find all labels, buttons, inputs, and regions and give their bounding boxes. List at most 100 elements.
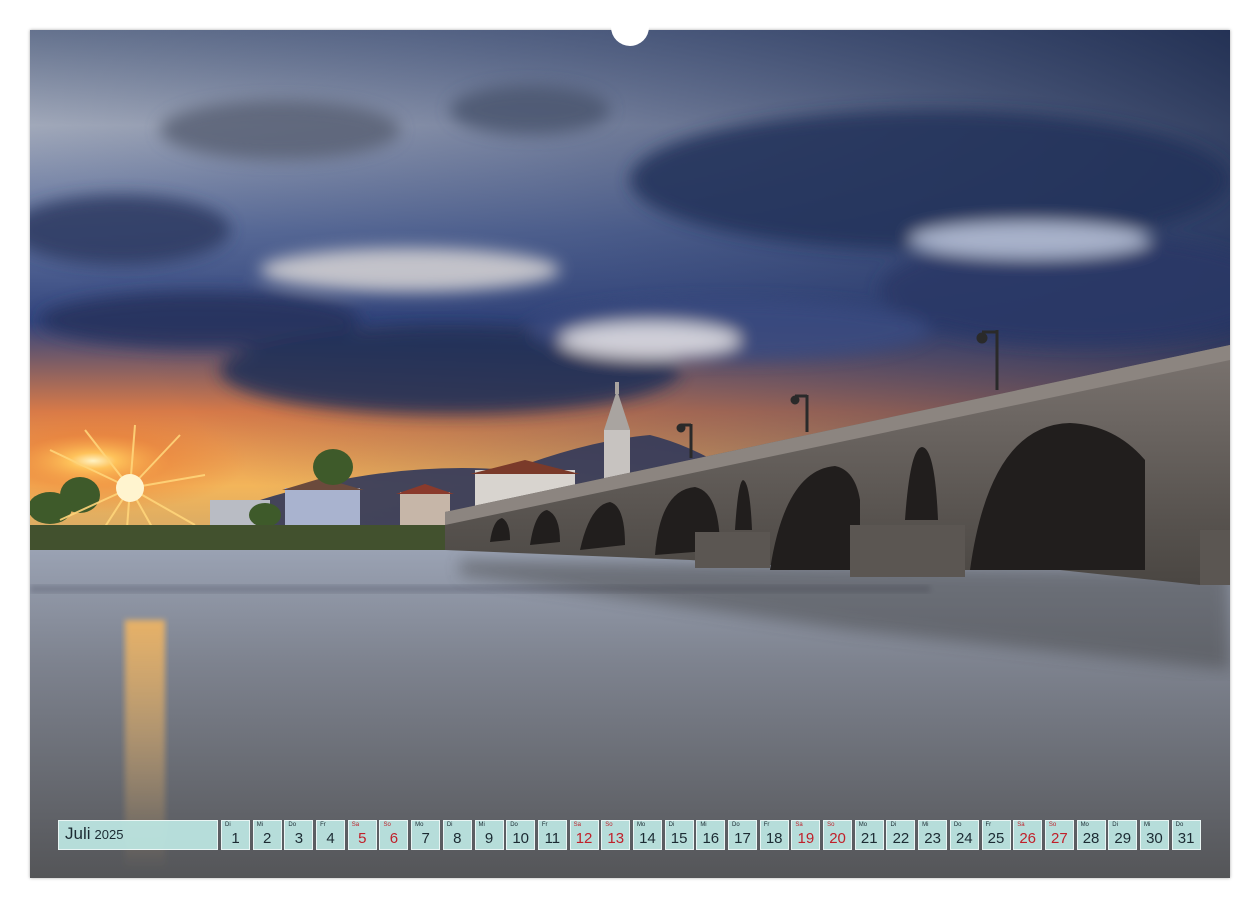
day-number: 18 [765, 830, 783, 847]
day-cell: Mi 16 [696, 820, 726, 850]
day-number: 26 [1019, 830, 1037, 847]
day-number: 6 [389, 830, 399, 847]
day-cell: Fr 11 [537, 820, 567, 850]
day-number: 21 [860, 830, 878, 847]
day-number: 14 [639, 830, 656, 847]
day-number: 12 [575, 830, 593, 847]
day-cell: Di 29 [1108, 820, 1138, 850]
weekday-abbrev: Mi [256, 822, 264, 828]
day-cell: Mo 14 [632, 820, 662, 850]
day-cells: Di 1 Mi 2 Do 3 Fr 4 Sa 5 So 6 Mo 7 Di 8 Mi 9 Do 10 Fr 11 Sa 12 S… [221, 820, 1203, 850]
weekday-abbrev: Mi [922, 822, 929, 828]
day-cell: Di 15 [664, 820, 694, 850]
day-cell: Mi 23 [918, 820, 948, 850]
day-number: 31 [1177, 830, 1195, 847]
day-cell: Mi 9 [474, 820, 504, 850]
weekday-abbrev: Fr [320, 822, 326, 828]
day-number: 20 [829, 830, 846, 847]
weekday-abbrev: Di [446, 822, 453, 828]
day-cell: Mi 2 [252, 820, 282, 850]
day-number: 9 [484, 830, 494, 847]
weekday-abbrev: Fr [985, 822, 992, 828]
weekday-abbrev: Mo [858, 822, 868, 828]
day-cell: Fr 25 [981, 820, 1011, 850]
day-cell: Mo 7 [411, 820, 441, 850]
day-number: 19 [797, 830, 815, 847]
day-cell: So 13 [601, 820, 631, 850]
day-number: 13 [607, 830, 625, 847]
day-number: 22 [892, 830, 910, 847]
weekday-abbrev: So [827, 822, 835, 828]
day-number: 15 [670, 830, 688, 847]
calendar-page: Juli 2025 Di 1 Mi 2 Do 3 Fr 4 Sa 5 So 6 Mo 7 Di 8 Mi 9 Do 10… [0, 0, 1260, 908]
day-cell: So 27 [1044, 820, 1074, 850]
weekday-abbrev: Sa [573, 822, 581, 828]
weekday-abbrev: Mo [1080, 822, 1089, 828]
day-cell: Do 31 [1171, 820, 1201, 850]
day-cell: Mi 30 [1139, 820, 1169, 850]
day-cell: Sa 12 [569, 820, 599, 850]
weekday-abbrev: Di [890, 822, 897, 828]
day-cell: Do 17 [728, 820, 757, 850]
day-cell: Do 10 [506, 820, 536, 850]
day-number: 2 [263, 830, 272, 847]
day-number: 30 [1146, 830, 1163, 847]
day-cell: Mo 21 [854, 820, 884, 850]
day-number: 3 [294, 830, 304, 847]
day-number: 16 [702, 830, 720, 847]
weekday-abbrev: Sa [1017, 822, 1025, 828]
bridge-sunset-photo [30, 30, 1230, 878]
month-name: Juli [65, 824, 91, 843]
weekday-abbrev: Do [510, 822, 518, 828]
weekday-abbrev: Fr [541, 822, 548, 828]
day-cell: Mo 28 [1076, 820, 1106, 850]
weekday-abbrev: Mi [478, 822, 485, 828]
weekday-abbrev: Sa [351, 822, 360, 828]
day-number: 28 [1082, 830, 1100, 847]
day-cell: Di 22 [886, 820, 916, 850]
weekday-abbrev: Do [1175, 822, 1184, 828]
day-cell: Do 3 [284, 820, 314, 850]
weekday-abbrev: Do [288, 822, 297, 828]
weekday-abbrev: Sa [795, 822, 803, 828]
day-number: 11 [544, 830, 561, 847]
day-cell: Di 1 [221, 820, 250, 850]
day-number: 25 [987, 830, 1005, 847]
day-cell: So 6 [379, 820, 409, 850]
day-number: 29 [1114, 830, 1132, 847]
day-cell: Sa 5 [347, 820, 377, 850]
weekday-abbrev: Fr [763, 822, 770, 828]
weekday-abbrev: Do [953, 822, 962, 828]
weekday-abbrev: So [383, 822, 391, 828]
landscape-photo-icon [30, 30, 1230, 878]
month-label: Juli 2025 [58, 820, 218, 850]
day-cell: Do 24 [949, 820, 979, 850]
day-number: 23 [924, 830, 941, 847]
weekday-abbrev: Mo [415, 822, 424, 828]
weekday-abbrev: Di [668, 822, 675, 828]
weekday-abbrev: Mi [1143, 822, 1151, 828]
day-number: 4 [326, 830, 335, 847]
day-number: 8 [453, 830, 462, 847]
day-cell: Fr 18 [759, 820, 789, 850]
day-number: 5 [358, 830, 367, 847]
day-number: 17 [734, 830, 751, 847]
day-number: 27 [1051, 830, 1068, 847]
day-cell: Di 8 [442, 820, 472, 850]
day-number: 7 [421, 830, 430, 847]
day-number: 24 [955, 830, 973, 847]
day-cell: Sa 19 [791, 820, 821, 850]
weekday-abbrev: So [605, 822, 613, 828]
year: 2025 [94, 827, 124, 842]
day-cell: So 20 [823, 820, 853, 850]
day-cell: Fr 4 [316, 820, 346, 850]
day-cell: Sa 26 [1013, 820, 1043, 850]
day-number: 1 [231, 830, 240, 847]
weekday-abbrev: Mi [700, 822, 707, 828]
day-number: 10 [512, 830, 530, 847]
calendar-strip: Juli 2025 Di 1 Mi 2 Do 3 Fr 4 Sa 5 So 6 Mo 7 Di 8 Mi 9 Do 10… [58, 820, 1203, 850]
weekday-abbrev: So [1048, 822, 1057, 828]
weekday-abbrev: Do [732, 822, 740, 828]
weekday-abbrev: Di [1112, 822, 1118, 828]
weekday-abbrev: Di [225, 822, 231, 828]
